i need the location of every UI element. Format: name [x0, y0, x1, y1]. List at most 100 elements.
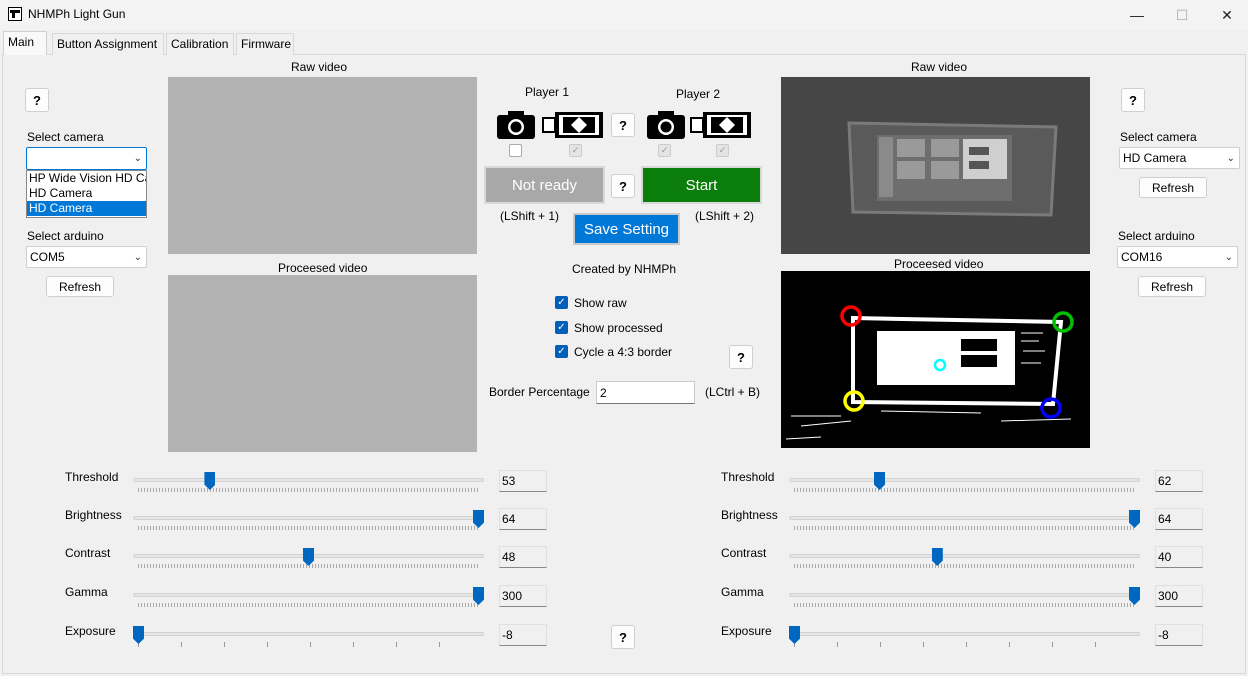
right-slider-track[interactable] [789, 632, 1140, 636]
tab-main[interactable]: Main [3, 31, 47, 55]
chevron-down-icon: ⌄ [133, 153, 142, 164]
left-slider-label: Brightness [65, 508, 122, 522]
player2-mode-icon [690, 110, 752, 143]
right-slider-value[interactable]: 40 [1155, 546, 1203, 568]
right-processed-video-label: Proceesed video [894, 257, 984, 271]
right-slider-label: Brightness [721, 508, 778, 522]
left-select-camera-label: Select camera [27, 130, 104, 144]
left-arduino-select[interactable]: COM5 ⌄ [26, 246, 147, 268]
help-status-button[interactable]: ? [611, 174, 635, 198]
cycle-border-checkbox[interactable]: ✓ [555, 345, 568, 358]
left-camera-select[interactable]: ⌄ [26, 147, 147, 170]
right-camera-refresh-button[interactable]: Refresh [1139, 177, 1207, 198]
player2-start-button[interactable]: Start [641, 166, 762, 204]
right-slider-track[interactable] [789, 554, 1140, 558]
created-by-label: Created by NHMPh [572, 262, 677, 276]
right-slider-ticks [794, 603, 1135, 607]
player1-status-button[interactable]: Not ready [484, 166, 605, 204]
player2-hotkey-label: (LShift + 2) [695, 209, 755, 223]
right-slider-ticks [794, 526, 1135, 530]
right-arduino-refresh-button[interactable]: Refresh [1138, 276, 1206, 297]
left-refresh-button[interactable]: Refresh [46, 276, 114, 297]
camera-option[interactable]: HP Wide Vision HD Camera [27, 171, 146, 186]
left-slider-value[interactable]: 64 [499, 508, 547, 530]
right-raw-video-view [781, 77, 1090, 254]
right-slider-label: Exposure [721, 624, 772, 638]
right-slider-track[interactable] [789, 593, 1140, 597]
player2-camera-icon [646, 110, 686, 143]
player1-mode-icon [542, 110, 604, 143]
player2-mode-checkbox[interactable]: ✓ [716, 144, 729, 157]
right-select-arduino-label: Select arduino [1118, 229, 1195, 243]
left-slider-value[interactable]: -8 [499, 624, 547, 646]
left-raw-video-view [168, 77, 477, 254]
left-slider-value[interactable]: 300 [499, 585, 547, 607]
right-slider-label: Threshold [721, 470, 775, 484]
left-slider-ticks [138, 642, 479, 647]
show-processed-label: Show processed [574, 321, 663, 335]
right-slider-track[interactable] [789, 478, 1140, 482]
border-percentage-input[interactable] [596, 381, 695, 404]
right-slider-ticks [794, 488, 1135, 492]
tab-calibration[interactable]: Calibration [166, 33, 234, 55]
left-slider-track[interactable] [133, 632, 484, 636]
show-processed-checkbox[interactable]: ✓ [555, 321, 568, 334]
help-players-button[interactable]: ? [611, 113, 635, 137]
right-camera-select[interactable]: HD Camera ⌄ [1119, 147, 1240, 169]
right-raw-video-label: Raw video [911, 60, 968, 74]
maximize-button[interactable]: ☐ [1159, 0, 1205, 30]
border-hotkey-label: (LCtrl + B) [705, 385, 761, 399]
help-sliders-button[interactable]: ? [611, 625, 635, 649]
right-slider-label: Gamma [721, 585, 764, 599]
camera-option-selected[interactable]: HD Camera [27, 201, 146, 216]
left-slider-ticks [138, 488, 479, 492]
player1-camera-icon [496, 110, 536, 143]
left-slider-label: Contrast [65, 546, 111, 560]
left-slider-track[interactable] [133, 516, 484, 520]
left-slider-value[interactable]: 48 [499, 546, 547, 568]
help-left-button[interactable]: ? [25, 88, 49, 112]
left-slider-label: Gamma [65, 585, 108, 599]
cycle-border-label: Cycle a 4:3 border [574, 345, 673, 359]
player1-mode-checkbox[interactable]: ✓ [569, 144, 582, 157]
player1-hotkey-label: (LShift + 1) [500, 209, 560, 223]
left-camera-dropdown-list: HP Wide Vision HD Camera HD Camera HD Ca… [26, 170, 147, 218]
help-display-button[interactable]: ? [729, 345, 753, 369]
processed-camera-feed-image [781, 271, 1090, 448]
right-slider-value[interactable]: 62 [1155, 470, 1203, 492]
help-right-button[interactable]: ? [1121, 88, 1145, 112]
show-raw-checkbox[interactable]: ✓ [555, 296, 568, 309]
close-button[interactable]: ✕ [1204, 0, 1248, 30]
border-percentage-label: Border Percentage [489, 385, 590, 399]
left-select-arduino-label: Select arduino [27, 229, 104, 243]
minimize-button[interactable]: — [1114, 0, 1160, 30]
right-slider-value[interactable]: 300 [1155, 585, 1203, 607]
app-gun-icon [8, 7, 22, 21]
title-bar [0, 0, 1248, 30]
right-slider-value[interactable]: 64 [1155, 508, 1203, 530]
window-title: NHMPh Light Gun [28, 7, 126, 21]
camera-option[interactable]: HD Camera [27, 186, 146, 201]
player2-label: Player 2 [676, 87, 721, 101]
right-slider-ticks [794, 642, 1135, 647]
left-slider-ticks [138, 603, 479, 607]
left-processed-video-label: Proceesed video [278, 261, 368, 275]
left-slider-value[interactable]: 53 [499, 470, 547, 492]
left-slider-track[interactable] [133, 478, 484, 482]
right-arduino-value: COM16 [1121, 250, 1163, 264]
right-slider-value[interactable]: -8 [1155, 624, 1203, 646]
right-arduino-select[interactable]: COM16 ⌄ [1117, 246, 1238, 268]
tab-button-assignment[interactable]: Button Assignment [52, 33, 164, 55]
tab-firmware[interactable]: Firmware [236, 33, 294, 55]
right-slider-track[interactable] [789, 516, 1140, 520]
player2-camera-checkbox[interactable]: ✓ [658, 144, 671, 157]
left-arduino-value: COM5 [30, 250, 65, 264]
left-slider-track[interactable] [133, 593, 484, 597]
left-slider-label: Threshold [65, 470, 119, 484]
right-slider-label: Contrast [721, 546, 767, 560]
right-slider-ticks [794, 564, 1135, 568]
save-setting-button[interactable]: Save Setting [573, 213, 680, 245]
chevron-down-icon: ⌄ [1224, 252, 1233, 263]
player1-camera-checkbox[interactable] [509, 144, 522, 157]
left-processed-video-view [168, 275, 477, 452]
